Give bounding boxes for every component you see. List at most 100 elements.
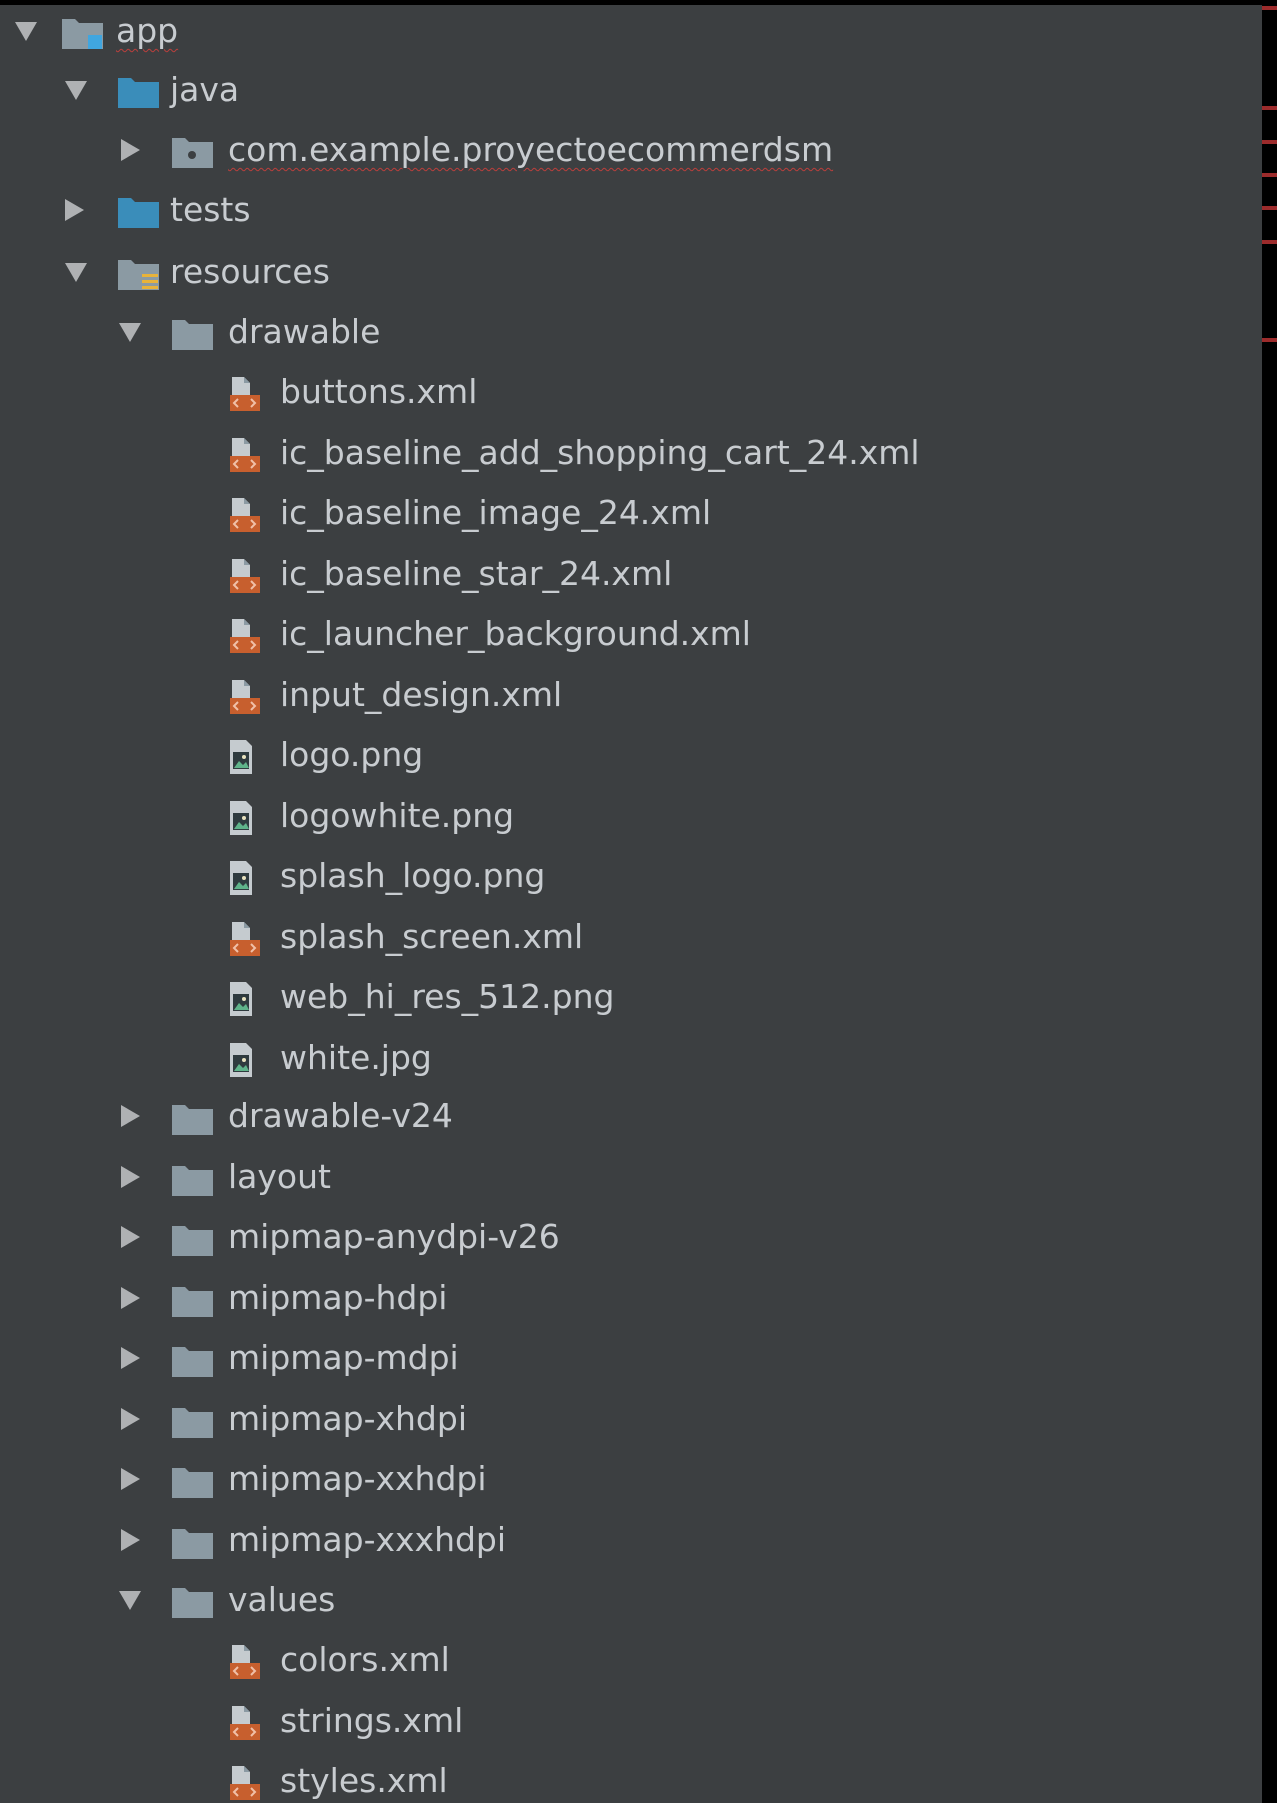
tree-node-file-6[interactable]: logo.png xyxy=(0,727,1250,783)
expand-arrow-icon[interactable] xyxy=(118,1589,142,1611)
tree-node-label: mipmap-mdpi xyxy=(228,1338,459,1377)
tree-node-resources[interactable]: resources xyxy=(0,244,1250,300)
tree-node-label: java xyxy=(170,70,240,109)
error-marker[interactable] xyxy=(1262,338,1277,342)
xml-file-icon xyxy=(218,556,264,594)
xml-file-icon xyxy=(218,1703,264,1741)
tree-node-package[interactable]: com.example.proyectoecommerdsm xyxy=(0,122,1250,178)
tree-node-values[interactable]: values xyxy=(0,1572,1250,1628)
image-file-icon xyxy=(218,1040,264,1078)
tree-node-label: mipmap-xxxhdpi xyxy=(228,1519,507,1559)
xml-file-icon xyxy=(218,919,264,957)
image-file-icon xyxy=(218,798,264,836)
tree-node-label: splash_logo.png xyxy=(280,856,546,895)
tree-node-folder-7[interactable]: mipmap-xxxhdpi xyxy=(0,1512,1250,1568)
image-file-icon xyxy=(218,737,264,775)
expand-arrow-icon[interactable] xyxy=(64,261,88,283)
expand-arrow-icon[interactable] xyxy=(118,1408,142,1430)
tree-node-file-8[interactable]: splash_logo.png xyxy=(0,848,1250,904)
xml-file-icon xyxy=(218,374,264,412)
tree-node-file-values-2[interactable]: styles.xml xyxy=(0,1753,1250,1803)
tree-node-label: white.jpg xyxy=(280,1037,432,1077)
folder-icon xyxy=(170,1340,216,1378)
tree-node-label: ic_baseline_image_24.xml xyxy=(280,493,712,532)
source-folder-icon xyxy=(118,78,159,108)
tree-node-tests[interactable]: tests xyxy=(0,182,1250,238)
xml-file-icon xyxy=(218,435,264,473)
tree-node-file-7[interactable]: logowhite.png xyxy=(0,788,1250,844)
tree-node-label: mipmap-xxhdpi xyxy=(228,1459,487,1498)
tree-node-folder-1[interactable]: layout xyxy=(0,1149,1250,1205)
tree-node-file-11[interactable]: white.jpg xyxy=(0,1030,1250,1086)
tree-node-label: mipmap-hdpi xyxy=(228,1277,448,1317)
folder-icon xyxy=(170,1401,216,1439)
expand-arrow-icon[interactable] xyxy=(118,1468,142,1490)
expand-arrow-icon[interactable] xyxy=(118,321,142,343)
error-marker[interactable] xyxy=(1262,206,1277,210)
tree-node-file-4[interactable]: ic_launcher_background.xml xyxy=(0,606,1250,662)
tree-node-java[interactable]: java xyxy=(0,62,1250,118)
tree-node-label: styles.xml xyxy=(280,1761,448,1800)
tree-node-file-values-1[interactable]: strings.xml xyxy=(0,1693,1250,1749)
expand-arrow-icon[interactable] xyxy=(118,1347,142,1369)
tree-node-folder-5[interactable]: mipmap-xhdpi xyxy=(0,1391,1250,1447)
tree-node-file-3[interactable]: ic_baseline_star_24.xml xyxy=(0,546,1250,602)
expand-arrow-icon[interactable] xyxy=(64,79,88,101)
tree-node-label: colors.xml xyxy=(280,1640,450,1679)
error-marker[interactable] xyxy=(1262,6,1277,10)
tree-node-label: splash_screen.xml xyxy=(280,916,584,956)
xml-file-icon xyxy=(218,1763,264,1801)
expand-arrow-icon[interactable] xyxy=(118,1166,142,1188)
tree-node-file-1[interactable]: ic_baseline_add_shopping_cart_24.xml xyxy=(0,425,1250,481)
test-folder-icon xyxy=(118,198,159,228)
expand-arrow-icon[interactable] xyxy=(118,139,142,161)
folder-icon xyxy=(172,320,213,350)
tree-node-label: input_design.xml xyxy=(280,674,563,714)
expand-arrow-icon[interactable] xyxy=(14,20,38,42)
tree-node-folder-3[interactable]: mipmap-hdpi xyxy=(0,1270,1250,1326)
tree-node-label: web_hi_res_512.png xyxy=(280,977,615,1016)
tree-node-app[interactable]: app xyxy=(0,3,1250,59)
tree-node-file-2[interactable]: ic_baseline_image_24.xml xyxy=(0,485,1250,541)
expand-arrow-icon[interactable] xyxy=(118,1105,142,1127)
tree-node-drawable[interactable]: drawable xyxy=(0,304,1250,360)
tree-node-label: ic_baseline_add_shopping_cart_24.xml xyxy=(280,432,920,472)
expand-arrow-icon[interactable] xyxy=(118,1226,142,1248)
tree-node-file-0[interactable]: buttons.xml xyxy=(0,364,1250,420)
folder-icon xyxy=(170,1219,216,1257)
error-marker[interactable] xyxy=(1262,173,1277,177)
error-marker[interactable] xyxy=(1262,106,1277,110)
tree-node-label: resources xyxy=(170,252,330,291)
expand-arrow-icon[interactable] xyxy=(62,199,86,221)
tree-node-label: logo.png xyxy=(280,735,424,774)
tree-node-folder-4[interactable]: mipmap-mdpi xyxy=(0,1330,1250,1386)
tree-node-folder-2[interactable]: mipmap-anydpi-v26 xyxy=(0,1209,1250,1265)
expand-arrow-icon[interactable] xyxy=(118,1287,142,1309)
tree-node-label: com.example.proyectoecommerdsm xyxy=(228,130,834,169)
tree-node-label: drawable-v24 xyxy=(228,1096,453,1135)
tree-node-file-5[interactable]: input_design.xml xyxy=(0,667,1250,723)
tree-node-label: logowhite.png xyxy=(280,795,515,835)
tree-node-file-9[interactable]: splash_screen.xml xyxy=(0,909,1250,965)
xml-file-icon xyxy=(218,495,264,533)
tree-node-file-10[interactable]: web_hi_res_512.png xyxy=(0,969,1250,1025)
module-folder-icon xyxy=(62,19,103,49)
expand-arrow-icon[interactable] xyxy=(118,1529,142,1551)
tree-node-label: tests xyxy=(170,190,251,229)
resources-folder-icon xyxy=(118,260,159,290)
tree-node-label: app xyxy=(116,11,179,50)
tree-node-folder-6[interactable]: mipmap-xxhdpi xyxy=(0,1451,1250,1507)
package-icon xyxy=(172,138,213,168)
folder-icon xyxy=(172,1588,213,1618)
error-marker[interactable] xyxy=(1262,240,1277,244)
tree-node-label: strings.xml xyxy=(280,1700,464,1740)
tree-node-label: mipmap-anydpi-v26 xyxy=(228,1217,560,1256)
tree-node-folder-0[interactable]: drawable-v24 xyxy=(0,1088,1250,1144)
folder-icon xyxy=(170,1461,216,1499)
tree-node-label: mipmap-xhdpi xyxy=(228,1398,467,1438)
xml-file-icon xyxy=(218,677,264,715)
error-marker[interactable] xyxy=(1262,140,1277,144)
tree-node-file-values-0[interactable]: colors.xml xyxy=(0,1632,1250,1688)
tree-node-label: buttons.xml xyxy=(280,372,478,411)
tree-node-label: ic_baseline_star_24.xml xyxy=(280,553,673,593)
